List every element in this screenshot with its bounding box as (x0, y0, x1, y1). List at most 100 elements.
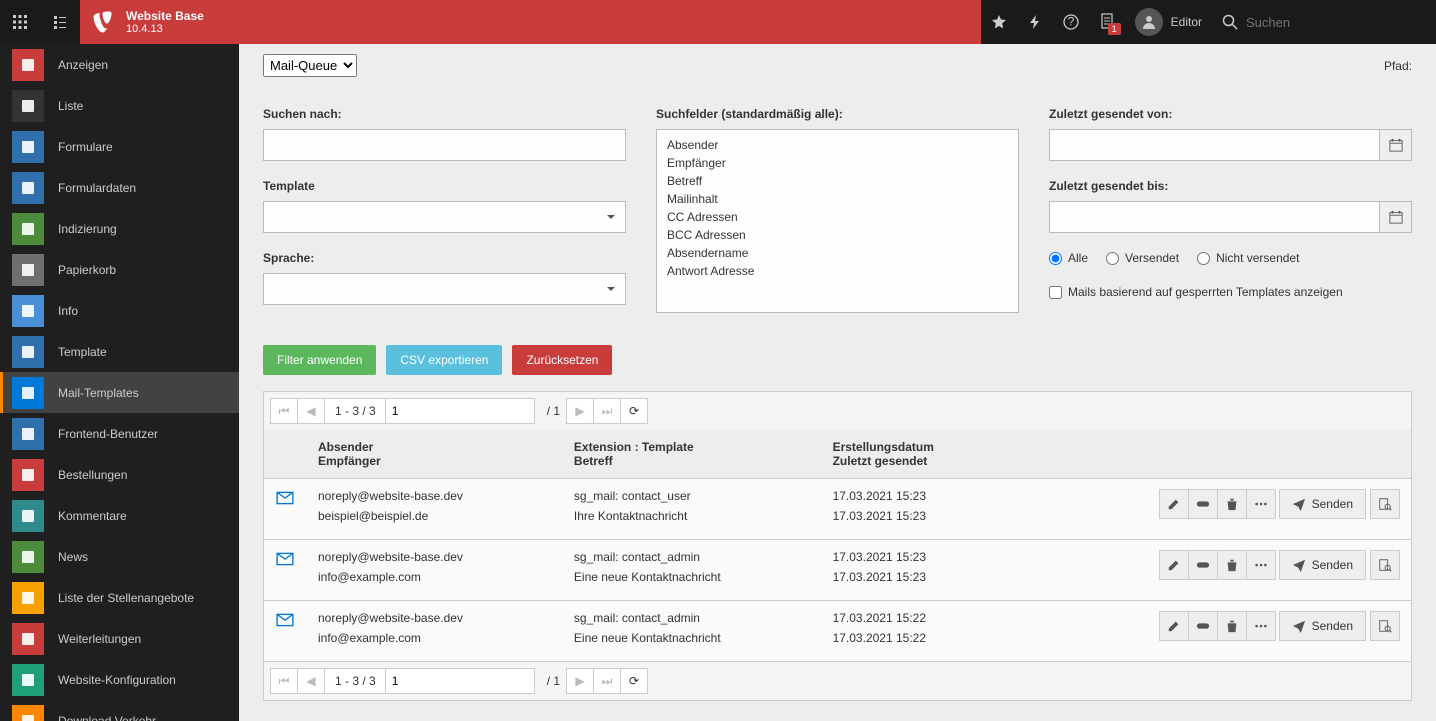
pager-prev-icon[interactable]: ◀ (297, 668, 325, 694)
sidebar-item[interactable]: Template (0, 331, 239, 372)
field-option[interactable]: Absendername (657, 244, 1018, 262)
field-option[interactable]: Antwort Adresse (657, 262, 1018, 280)
user-button[interactable]: Editor (1135, 8, 1202, 36)
mail-icon (276, 550, 294, 568)
preview-icon[interactable] (1370, 611, 1400, 641)
help-icon[interactable]: ? (1063, 14, 1079, 30)
calendar-icon[interactable] (1380, 129, 1412, 161)
radio-all[interactable]: Alle (1049, 251, 1088, 265)
toggle-icon[interactable] (1188, 489, 1218, 519)
sent-from-input[interactable] (1049, 129, 1380, 161)
module-icon (12, 172, 44, 204)
radio-notsent[interactable]: Nicht versendet (1197, 251, 1299, 265)
app-grid-icon[interactable] (0, 0, 40, 44)
field-option[interactable]: BCC Adressen (657, 226, 1018, 244)
sidebar-item[interactable]: Download Verkehr (0, 700, 239, 721)
field-option[interactable]: CC Adressen (657, 208, 1018, 226)
sidebar-item[interactable]: Kommentare (0, 495, 239, 536)
language-select[interactable] (263, 273, 626, 305)
results-table: ⏮ ◀ 1 - 3 / 3 / 1 ▶ ⏭ ⟳ AbsenderEmpfänge… (263, 391, 1412, 701)
star-icon[interactable] (991, 14, 1007, 30)
sidebar-item[interactable]: Mail-Templates (0, 372, 239, 413)
calendar-icon[interactable] (1380, 201, 1412, 233)
pager-total: / 1 (547, 674, 560, 688)
pager-next-icon[interactable]: ▶ (566, 668, 594, 694)
blacklisted-checkbox[interactable] (1049, 286, 1062, 299)
pager-first-icon[interactable]: ⏮ (270, 398, 298, 424)
trash-icon[interactable] (1217, 611, 1247, 641)
pager-next-icon[interactable]: ▶ (566, 398, 594, 424)
send-icon (1292, 558, 1306, 572)
sidebar-item[interactable]: Formulare (0, 126, 239, 167)
send-button[interactable]: Senden (1279, 611, 1366, 641)
pager-last-icon[interactable]: ⏭ (593, 398, 621, 424)
search-input-field[interactable] (263, 129, 626, 161)
module-icon (12, 377, 44, 409)
field-option[interactable]: Betreff (657, 172, 1018, 190)
preview-icon[interactable] (1370, 550, 1400, 580)
sidebar-item-label: Indizierung (58, 222, 117, 236)
notifications-button[interactable]: 1 (1099, 13, 1115, 32)
more-icon[interactable] (1246, 611, 1276, 641)
sidebar-item[interactable]: Weiterleitungen (0, 618, 239, 659)
sidebar-item-label: Mail-Templates (58, 386, 139, 400)
search-icon (1222, 14, 1238, 30)
sidebar-item[interactable]: Website-Konfiguration (0, 659, 239, 700)
cell-ext: sg_mail: contact_user (574, 489, 809, 503)
preview-icon[interactable] (1370, 489, 1400, 519)
sidebar-item[interactable]: Liste (0, 85, 239, 126)
export-csv-button[interactable]: CSV exportieren (386, 345, 502, 375)
sidebar-item[interactable]: Indizierung (0, 208, 239, 249)
global-search[interactable] (1222, 14, 1426, 30)
edit-icon[interactable] (1159, 489, 1189, 519)
sent-to-label: Zuletzt gesendet bis: (1049, 179, 1412, 193)
field-option[interactable]: Mailinhalt (657, 190, 1018, 208)
cell-recipient: info@example.com (318, 570, 550, 584)
pager-refresh-icon[interactable]: ⟳ (620, 668, 648, 694)
radio-sent[interactable]: Versendet (1106, 251, 1179, 265)
field-option[interactable]: Empfänger (657, 154, 1018, 172)
sidebar-item[interactable]: Frontend-Benutzer (0, 413, 239, 454)
cell-recipient: beispiel@beispiel.de (318, 509, 550, 523)
send-button[interactable]: Senden (1279, 489, 1366, 519)
sidebar-item[interactable]: Papierkorb (0, 249, 239, 290)
pager-refresh-icon[interactable]: ⟳ (620, 398, 648, 424)
template-select[interactable] (263, 201, 626, 233)
more-icon[interactable] (1246, 550, 1276, 580)
sidebar-item[interactable]: Formulardaten (0, 167, 239, 208)
sidebar-item[interactable]: Info (0, 290, 239, 331)
pager-first-icon[interactable]: ⏮ (270, 668, 298, 694)
pager-page-input[interactable] (385, 668, 535, 694)
reset-button[interactable]: Zurücksetzen (512, 345, 612, 375)
edit-icon[interactable] (1159, 550, 1189, 580)
pager-last-icon[interactable]: ⏭ (593, 668, 621, 694)
template-label: Template (263, 179, 626, 193)
sidebar-item-label: Liste der Stellenangebote (58, 591, 194, 605)
table-row: noreply@website-base.devbeispiel@beispie… (264, 479, 1411, 540)
search-fields-list[interactable]: AbsenderEmpfängerBetreffMailinhaltCC Adr… (656, 129, 1019, 313)
bolt-icon[interactable] (1027, 14, 1043, 30)
module-function-select[interactable]: Mail-Queue (263, 54, 357, 77)
edit-icon[interactable] (1159, 611, 1189, 641)
field-option[interactable]: Absender (657, 136, 1018, 154)
trash-icon[interactable] (1217, 489, 1247, 519)
sidebar-item[interactable]: Bestellungen (0, 454, 239, 495)
th-recipient: Empfänger (318, 454, 381, 468)
filter-form: Suchen nach: Template Sprache: Suchfelde… (263, 107, 1412, 323)
apply-filter-button[interactable]: Filter anwenden (263, 345, 376, 375)
send-button[interactable]: Senden (1279, 550, 1366, 580)
tree-icon[interactable] (40, 0, 80, 44)
toggle-icon[interactable] (1188, 550, 1218, 580)
sidebar-item[interactable]: Anzeigen (0, 44, 239, 85)
sidebar-item[interactable]: News (0, 536, 239, 577)
search-input[interactable] (1246, 15, 1426, 30)
pager-page-input[interactable] (385, 398, 535, 424)
toggle-icon[interactable] (1188, 611, 1218, 641)
more-icon[interactable] (1246, 489, 1276, 519)
sent-to-input[interactable] (1049, 201, 1380, 233)
sidebar-item[interactable]: Liste der Stellenangebote (0, 577, 239, 618)
pager-total: / 1 (547, 404, 560, 418)
sidebar-item-label: Weiterleitungen (58, 632, 141, 646)
trash-icon[interactable] (1217, 550, 1247, 580)
pager-prev-icon[interactable]: ◀ (297, 398, 325, 424)
